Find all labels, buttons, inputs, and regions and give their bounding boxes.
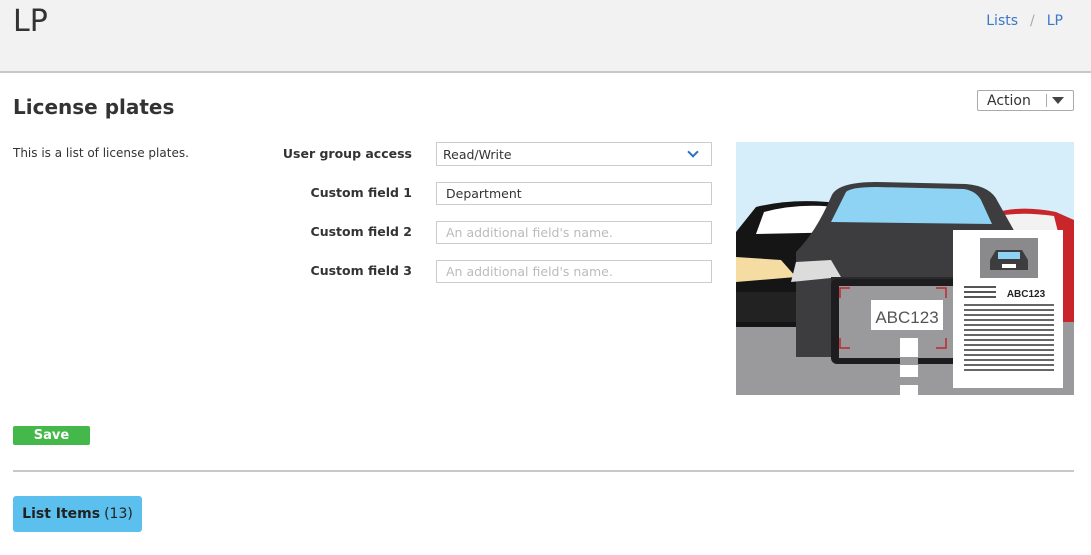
list-items-label: List Items [22,506,101,522]
user-group-access-select[interactable]: Read/Write [436,142,712,166]
custom-field-3-input[interactable] [436,260,712,283]
caret-down-icon [1052,97,1064,104]
user-group-access-label: User group access [282,146,412,161]
user-group-access-value: Read/Write [443,147,512,162]
action-divider [1046,94,1047,107]
list-description: This is a list of license plates. [13,146,189,160]
divider [13,470,1074,472]
custom-field-1-label: Custom field 1 [310,185,412,200]
plate-text: ABC123 [875,308,938,327]
list-items-button[interactable]: List Items (13) [13,496,142,532]
breadcrumb-link-lists[interactable]: Lists [986,13,1018,29]
document-plate-text: ABC123 [1007,289,1046,300]
windshield [831,187,992,224]
action-label: Action [987,92,1031,109]
license-plate-illustration: ABC123 ABC123 [736,142,1074,395]
custom-field-2-label: Custom field 2 [310,224,412,239]
road-line [900,338,918,395]
action-dropdown-button[interactable]: Action [977,90,1074,111]
page-title: LP [13,4,48,39]
breadcrumb-separator: / [1030,13,1035,29]
custom-field-3-label: Custom field 3 [310,263,412,278]
custom-field-1-input[interactable] [436,182,712,205]
custom-field-2-input[interactable] [436,221,712,244]
page-header: LP Lists / LP [0,0,1091,73]
save-button[interactable]: Save [13,426,90,445]
chevron-down-icon [687,146,699,158]
section-title: License plates [13,95,175,119]
list-items-count: (13) [104,506,133,522]
breadcrumb: Lists / LP [986,13,1063,29]
breadcrumb-link-lp[interactable]: LP [1047,13,1063,29]
